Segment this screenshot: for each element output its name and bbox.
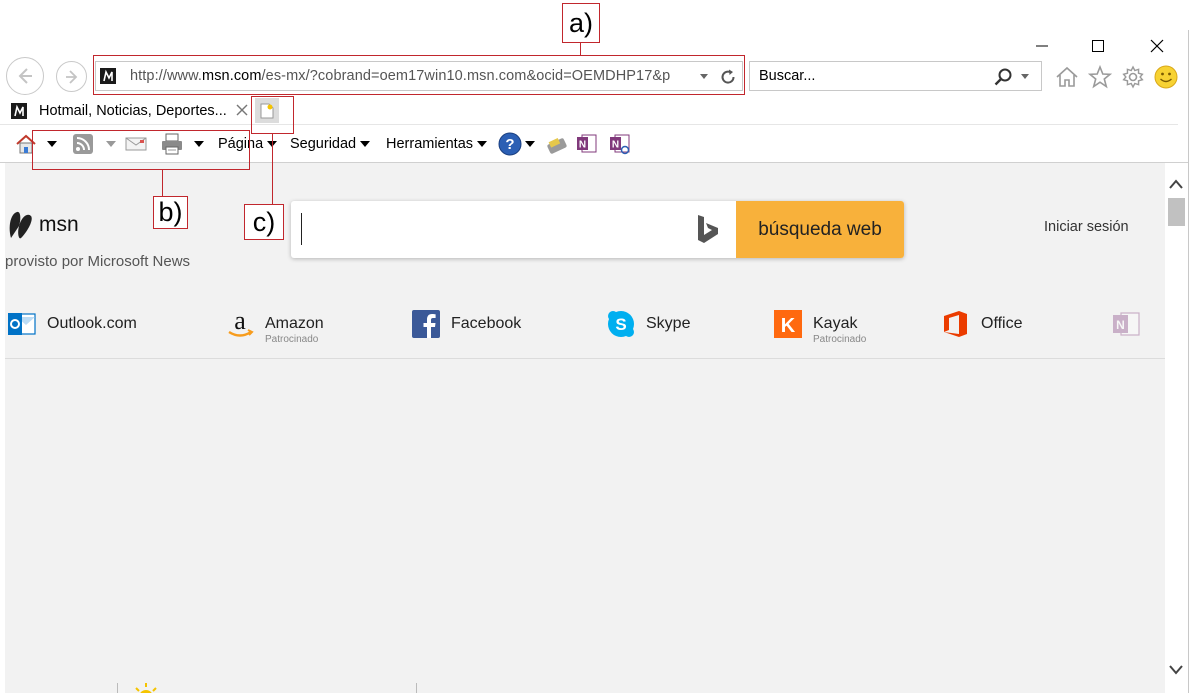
security-menu[interactable]: Seguridad <box>290 133 371 155</box>
caret-down-icon <box>525 141 535 147</box>
onenote-linked-notes-button[interactable]: N <box>609 133 631 155</box>
onenote-icon: N <box>577 134 597 153</box>
tools-menu[interactable]: Herramientas <box>386 133 488 155</box>
web-search-button[interactable]: búsqueda web <box>736 201 904 258</box>
weather-strip <box>117 683 417 693</box>
star-icon[interactable] <box>1087 64 1113 90</box>
gear-icon[interactable] <box>1120 64 1146 90</box>
annotation-a-connector <box>580 43 581 55</box>
bing-logo-icon <box>698 215 718 243</box>
security-menu-label: Seguridad <box>290 136 357 152</box>
close-tab-icon[interactable] <box>235 103 249 117</box>
research-icon <box>547 137 567 154</box>
tools-menu-label: Herramientas <box>386 136 474 152</box>
chevron-down-icon[interactable] <box>1018 69 1032 83</box>
svg-text:N: N <box>1116 318 1125 332</box>
quicklink-label: Skype <box>646 315 691 332</box>
minimize-button[interactable] <box>1028 36 1056 56</box>
quicklinks-divider <box>5 358 1165 359</box>
tab-strip-divider <box>0 124 1178 125</box>
svg-text:N: N <box>612 140 619 151</box>
scroll-up-icon[interactable] <box>1167 176 1185 192</box>
quicklink-amazon[interactable]: a Amazon Patrocinado <box>225 309 324 345</box>
svg-text:N: N <box>579 140 586 151</box>
annotation-a-box <box>93 55 745 95</box>
signin-link[interactable]: Iniciar sesión <box>1044 219 1129 235</box>
quicklink-onenote[interactable]: N <box>1111 309 1151 339</box>
svg-text:a: a <box>234 309 246 335</box>
annotation-c-connector <box>272 134 273 204</box>
close-window-button[interactable] <box>1143 36 1171 56</box>
msn-wordmark: msn <box>39 213 79 236</box>
send-to-onenote-button[interactable]: N <box>576 133 598 155</box>
help-menu[interactable]: ? <box>498 132 535 156</box>
kayak-icon: K <box>774 310 802 338</box>
svg-text:?: ? <box>505 136 514 153</box>
quicklink-facebook[interactable]: Facebook <box>411 309 521 339</box>
skype-icon: S <box>608 311 634 337</box>
web-page: msn provisto por Microsoft News búsqueda… <box>5 163 1165 693</box>
facebook-icon <box>412 310 440 338</box>
back-button[interactable] <box>6 57 44 95</box>
scroll-down-icon[interactable] <box>1167 662 1185 678</box>
help-icon: ? <box>498 132 522 156</box>
annotation-b-box <box>32 130 250 170</box>
onenote-linked-icon: N <box>610 134 630 155</box>
sponsored-label: Patrocinado <box>813 334 867 345</box>
research-button[interactable] <box>545 133 569 155</box>
amazon-icon: a <box>228 309 254 337</box>
outlook-icon <box>8 313 36 335</box>
scrollbar-thumb[interactable] <box>1168 198 1185 226</box>
quicklink-kayak[interactable]: K Kayak Patrocinado <box>773 309 866 345</box>
annotation-a-label: a) <box>562 3 600 43</box>
quicklink-label: Outlook.com <box>47 315 137 332</box>
svg-text:S: S <box>615 315 626 334</box>
home-icon[interactable] <box>1054 64 1080 90</box>
annotation-c-label: c) <box>244 204 284 240</box>
active-tab[interactable]: Hotmail, Noticias, Deportes... <box>5 97 252 125</box>
svg-text:K: K <box>781 315 796 337</box>
caret-down-icon <box>360 141 371 147</box>
close-icon <box>1150 39 1164 53</box>
tab-title: Hotmail, Noticias, Deportes... <box>39 103 227 119</box>
annotation-c-box <box>251 96 294 134</box>
smiley-feedback-icon[interactable] <box>1153 64 1179 90</box>
office-icon <box>944 311 967 337</box>
caret-down-icon <box>477 141 488 147</box>
msn-site-icon <box>11 103 27 119</box>
arrow-right-icon <box>65 69 77 84</box>
quicklink-label: Amazon <box>265 315 324 332</box>
vertical-scrollbar[interactable] <box>1165 170 1188 690</box>
bing-search-box: búsqueda web <box>291 201 904 258</box>
minimize-icon <box>1036 45 1048 47</box>
msn-tagline: provisto por Microsoft News <box>5 253 191 270</box>
quicklink-label: Kayak <box>813 315 858 332</box>
maximize-icon <box>1092 40 1104 52</box>
msn-butterfly-icon <box>9 211 32 239</box>
sun-icon <box>135 683 157 693</box>
forward-button[interactable] <box>56 61 87 92</box>
msn-logo[interactable]: msn <box>7 208 79 242</box>
onenote-icon: N <box>1113 312 1140 336</box>
sponsored-label: Patrocinado <box>265 334 319 345</box>
quicklink-office[interactable]: Office <box>941 309 1023 339</box>
maximize-button[interactable] <box>1084 36 1112 56</box>
quicklink-label: Facebook <box>451 315 522 332</box>
arrow-left-icon <box>18 68 32 84</box>
window-border <box>1188 30 1189 693</box>
bing-search-input[interactable] <box>301 213 681 245</box>
annotation-b-connector <box>162 170 163 196</box>
search-box[interactable] <box>749 61 1042 91</box>
quicklink-outlook[interactable]: Outlook.com <box>7 309 137 339</box>
quicklink-label: Office <box>981 315 1023 332</box>
annotation-b-label: b) <box>153 196 188 229</box>
quicklink-skype[interactable]: S Skype <box>606 309 690 339</box>
search-icon[interactable] <box>993 67 1013 87</box>
search-input[interactable] <box>750 68 980 84</box>
